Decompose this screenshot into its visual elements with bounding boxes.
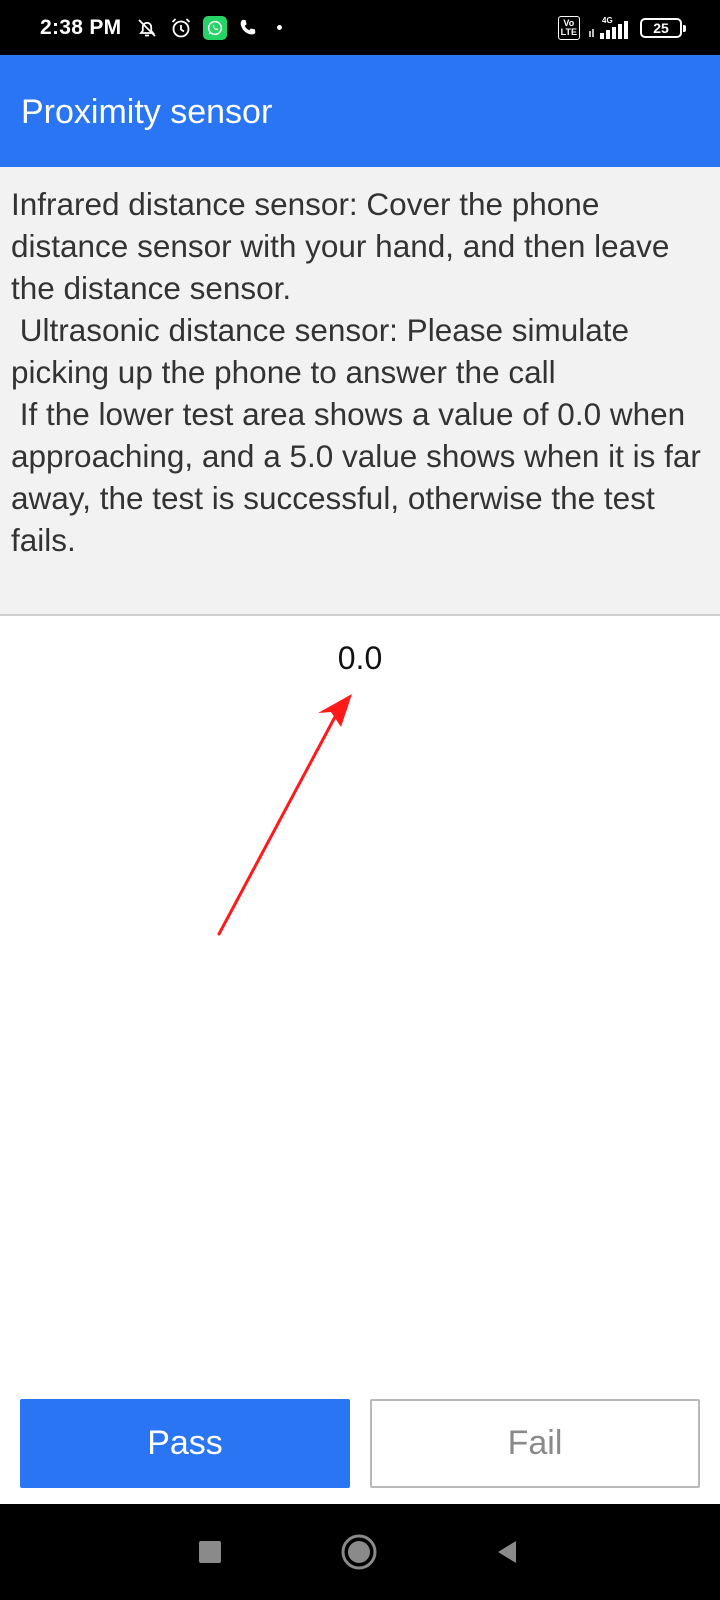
whatsapp-icon [203, 15, 228, 40]
page-title: Proximity sensor [21, 93, 273, 131]
signal-icon: 4G [588, 15, 632, 41]
pass-button[interactable]: Pass [20, 1399, 350, 1488]
sensor-reading-value: 0.0 [337, 640, 383, 676]
status-bar: 2:38 PM Vo LTE 4G 25 [0, 0, 720, 55]
instructions-text: Infrared distance sensor: Cover the phon… [11, 186, 701, 558]
instructions-panel: Infrared distance sensor: Cover the phon… [0, 167, 720, 616]
home-circle-icon[interactable] [339, 1532, 379, 1572]
notification-dot-icon [277, 25, 283, 30]
status-right: Vo LTE 4G 25 [557, 0, 686, 55]
alarm-icon [169, 16, 193, 40]
svg-text:4G: 4G [602, 16, 613, 25]
status-time: 2:38 PM [40, 15, 122, 39]
app-bar: Proximity sensor [0, 55, 720, 167]
battery-icon: 25 [640, 17, 686, 38]
nav-bar [0, 1504, 720, 1600]
screen: 2:38 PM Vo LTE 4G 25 Proximity sensor In… [0, 0, 720, 1600]
volte-icon: Vo LTE [557, 15, 580, 40]
phone-call-icon [237, 17, 259, 39]
fail-button[interactable]: Fail [370, 1399, 700, 1488]
status-left: 2:38 PM [40, 0, 283, 55]
status-icons-left [135, 15, 283, 40]
recents-square-icon[interactable] [190, 1532, 230, 1572]
back-triangle-icon[interactable] [487, 1532, 527, 1572]
notifications-off-icon [135, 16, 159, 40]
